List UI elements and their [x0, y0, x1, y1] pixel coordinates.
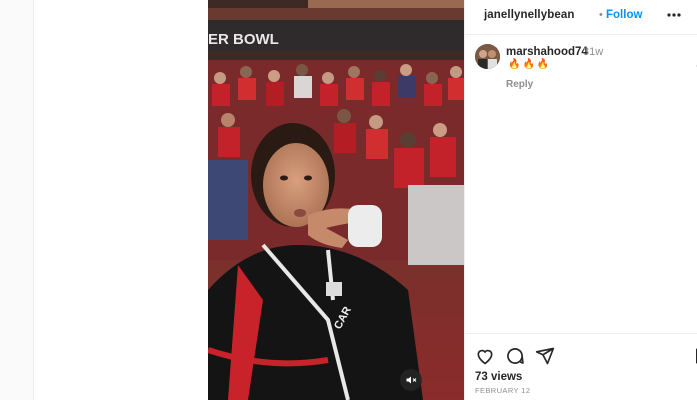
separator-dot: •	[599, 9, 603, 21]
post-date[interactable]: FEBRUARY 12	[475, 386, 530, 395]
post-card: ER BOWL CAR janellynellybean • Follow ma…	[34, 0, 697, 400]
comment-username[interactable]: marshahood74	[506, 46, 588, 58]
comment-item: marshahood74 31w 🔥🔥🔥 Reply	[465, 40, 697, 100]
muted-speaker-icon	[406, 376, 417, 384]
mute-button[interactable]	[400, 369, 422, 391]
comment-button[interactable]	[504, 345, 526, 367]
save-button[interactable]	[691, 345, 697, 367]
stadium-banner-text: ER BOWL	[208, 31, 279, 48]
like-button[interactable]	[474, 345, 496, 367]
author-username[interactable]: janellynellybean	[484, 9, 574, 21]
more-horizontal-icon	[667, 13, 681, 17]
avatar[interactable]	[475, 44, 500, 69]
follow-button[interactable]: Follow	[606, 9, 642, 21]
video-frame: ER BOWL CAR	[208, 0, 464, 400]
comment-text: 🔥🔥🔥	[508, 59, 552, 70]
page-gutter	[0, 0, 34, 400]
avatar-image	[475, 44, 500, 69]
bookmark-icon	[696, 348, 697, 364]
post-side-panel: janellynellybean • Follow marshahood74 3…	[464, 0, 697, 400]
post-actions-bar: 73 views FEBRUARY 12	[465, 333, 697, 400]
reply-button[interactable]: Reply	[506, 79, 533, 90]
view-count[interactable]: 73 views	[475, 371, 522, 383]
more-options-button[interactable]	[664, 5, 684, 25]
share-button[interactable]	[534, 345, 556, 367]
comment-time[interactable]: 31w	[583, 46, 603, 58]
heart-icon	[477, 349, 493, 365]
post-header: janellynellybean • Follow	[465, 0, 697, 35]
blank-area	[34, 0, 208, 400]
share-icon	[535, 347, 555, 365]
post-video[interactable]: ER BOWL CAR	[208, 0, 464, 400]
comment-icon	[507, 348, 524, 364]
